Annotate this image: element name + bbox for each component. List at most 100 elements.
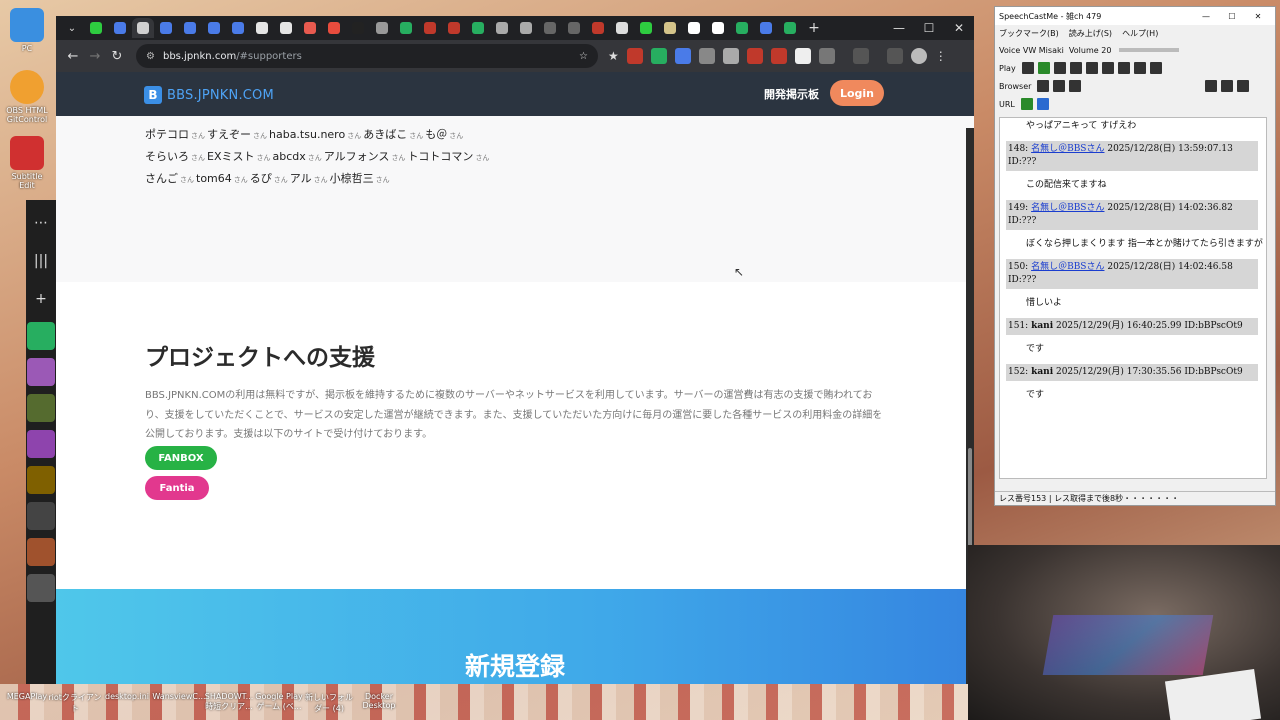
desktop-icon-subtitle-edit[interactable]: Subtitle Edit — [4, 136, 50, 190]
library-icon[interactable]: ||| — [26, 246, 56, 276]
browser-tab[interactable] — [466, 18, 490, 38]
thread-view[interactable]: やっぱアニキって すげえわ 148: 名無し＠BBSさん 2025/12/28(… — [999, 117, 1267, 479]
site-logo[interactable]: B BBS.JPNKN.COM — [144, 86, 274, 104]
post-author-link[interactable]: 名無し＠BBSさん — [1031, 203, 1104, 213]
ie-icon[interactable] — [1036, 98, 1049, 110]
voice-select[interactable]: VW Misaki — [1023, 46, 1064, 55]
star-icon[interactable]: ☆ — [579, 51, 588, 62]
desktop-item[interactable]: SHADOWT... 時短クリア... — [202, 692, 256, 712]
browser-tab[interactable] — [84, 18, 108, 38]
browser-tab[interactable] — [610, 18, 634, 38]
browser-tab[interactable] — [754, 18, 778, 38]
extension-icon[interactable] — [770, 48, 787, 64]
extension-icon[interactable] — [698, 48, 715, 64]
app-thumb[interactable] — [27, 466, 55, 494]
desktop-item[interactable]: MEGAPlay — [0, 692, 54, 701]
bookmark-icon[interactable] — [27, 322, 55, 350]
pen-icon[interactable] — [1037, 62, 1050, 74]
key-icon[interactable] — [852, 48, 869, 64]
sidebar-icon[interactable] — [886, 48, 903, 64]
volume-slider[interactable] — [1119, 48, 1180, 52]
browser-tab[interactable] — [490, 18, 514, 38]
extension-icon[interactable] — [626, 48, 643, 64]
avatar[interactable] — [910, 48, 927, 64]
close-button[interactable]: ✕ — [944, 21, 974, 35]
menu-read[interactable]: 読み上げ(S) — [1069, 28, 1112, 39]
app-thumb[interactable] — [27, 394, 55, 422]
maximize-button[interactable]: ☐ — [914, 21, 944, 35]
post-author-link[interactable]: kani — [1031, 321, 1053, 331]
back-icon[interactable]: ← — [62, 49, 84, 64]
menu-bookmark[interactable]: ブックマーク(B) — [999, 28, 1059, 39]
app-thumb[interactable] — [27, 430, 55, 458]
post-author-link[interactable]: kani — [1031, 367, 1053, 377]
minimize-button[interactable]: — — [1193, 12, 1219, 21]
play-icon[interactable] — [1101, 62, 1114, 74]
browser-tab[interactable] — [682, 18, 706, 38]
next-icon[interactable] — [1133, 62, 1146, 74]
download-icon[interactable] — [1149, 62, 1162, 74]
app-thumb[interactable] — [27, 574, 55, 602]
new-tab-button[interactable]: + — [802, 18, 826, 38]
browser-tab[interactable] — [418, 18, 442, 38]
post-author-link[interactable]: 名無し＠BBSさん — [1031, 262, 1104, 272]
browser-tab[interactable] — [346, 18, 370, 38]
maximize-button[interactable]: ☐ — [1219, 12, 1245, 21]
fast-forward-icon[interactable] — [1117, 62, 1130, 74]
heart-icon[interactable] — [27, 358, 55, 386]
browser-tab[interactable] — [586, 18, 610, 38]
previous-icon[interactable] — [1053, 62, 1066, 74]
browser-tab[interactable] — [658, 18, 682, 38]
login-button[interactable]: Login — [830, 80, 884, 106]
dev-board-link[interactable]: 開発掲示板 — [764, 86, 819, 102]
stop-icon[interactable] — [1085, 62, 1098, 74]
extension-icon[interactable] — [650, 48, 667, 64]
desktop-icon-pc[interactable]: PC — [4, 8, 50, 53]
app-thumb[interactable] — [27, 502, 55, 530]
extension-icon[interactable] — [794, 48, 811, 64]
download-icon[interactable] — [1237, 80, 1250, 92]
app-thumb[interactable] — [27, 538, 55, 566]
zoom-out-icon[interactable] — [1205, 80, 1218, 92]
browser-tab[interactable] — [634, 18, 658, 38]
url-input[interactable]: ⚙ bbs.jpnkn.com/#supporters ☆ — [136, 44, 598, 68]
tab-list-button[interactable]: ⌄ — [60, 18, 84, 38]
browser-tab[interactable] — [442, 18, 466, 38]
browser-tab[interactable] — [178, 18, 202, 38]
fantia-button[interactable]: Fantia — [145, 476, 209, 500]
fanbox-button[interactable]: FANBOX — [145, 446, 217, 470]
desktop-item[interactable]: WansviewC... — [152, 692, 206, 701]
browser-tab[interactable] — [730, 18, 754, 38]
rewind-icon[interactable] — [1069, 62, 1082, 74]
desktop-item[interactable]: desktop.ini — [100, 692, 154, 701]
browser-tab[interactable] — [132, 18, 154, 38]
forward-icon[interactable]: → — [84, 49, 106, 64]
post-author-link[interactable]: 名無し＠BBSさん — [1031, 144, 1104, 154]
puzzle-icon[interactable] — [818, 48, 835, 64]
desktop-item[interactable]: 新しいフォルダー (4) — [302, 692, 356, 714]
browser-tab[interactable] — [394, 18, 418, 38]
go-icon[interactable] — [1020, 98, 1033, 110]
browser-tab[interactable] — [514, 18, 538, 38]
desktop-item[interactable]: riotクライアント — [48, 692, 102, 714]
menu-help[interactable]: ヘルプ(H) — [1122, 28, 1158, 39]
browser-tab[interactable] — [274, 18, 298, 38]
scrollbar-thumb[interactable] — [968, 448, 972, 558]
browser-tab[interactable] — [538, 18, 562, 38]
browser-tab[interactable] — [202, 18, 226, 38]
more-icon[interactable]: ⋯ — [26, 208, 56, 238]
browser-tab[interactable] — [108, 18, 132, 38]
back-icon[interactable] — [1037, 80, 1050, 92]
browser-tab[interactable] — [250, 18, 274, 38]
list-icon[interactable] — [1021, 62, 1034, 74]
desktop-item[interactable]: Docker Desktop — [352, 692, 406, 710]
desktop-icon-obs[interactable]: OBS HTML GitControl — [4, 70, 50, 124]
reload-icon[interactable] — [1053, 80, 1066, 92]
browser-tab[interactable] — [226, 18, 250, 38]
browser-tab[interactable] — [778, 18, 802, 38]
browser-tab[interactable] — [322, 18, 346, 38]
browser-tab[interactable] — [562, 18, 586, 38]
add-icon[interactable]: + — [26, 284, 56, 314]
browser-tab[interactable] — [706, 18, 730, 38]
extension-icon[interactable] — [674, 48, 691, 64]
